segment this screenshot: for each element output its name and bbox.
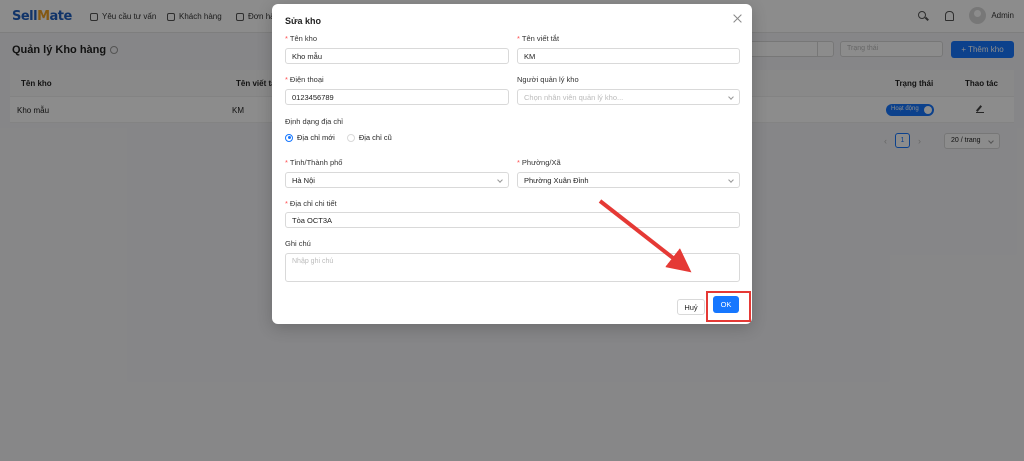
ward-select[interactable]: Phường Xuân Đỉnh — [517, 172, 740, 188]
edit-warehouse-modal: Sửa kho * Tên kho Kho mẫu * Tên viết tắt K… — [272, 4, 752, 324]
address-label: * Địa chỉ chi tiết — [285, 199, 337, 208]
address-format-label: Định dạng địa chỉ — [285, 117, 343, 126]
address-format-radio-group: Địa chỉ mới Địa chỉ cũ — [285, 133, 392, 142]
modal-title: Sửa kho — [285, 16, 322, 26]
name-label: * Tên kho — [285, 34, 318, 43]
ok-button[interactable]: OK — [713, 296, 739, 313]
manager-select[interactable]: Chọn nhân viên quản lý kho... — [517, 89, 740, 105]
radio-new-address[interactable]: Địa chỉ mới — [285, 133, 335, 142]
phone-input[interactable]: 0123456789 — [285, 89, 509, 105]
radio-unchecked-icon — [346, 133, 355, 142]
chevron-down-icon — [728, 177, 734, 183]
chevron-down-icon — [728, 94, 734, 100]
cancel-button[interactable]: Huỷ — [677, 299, 705, 315]
ward-label: * Phường/Xã — [517, 158, 561, 167]
province-select[interactable]: Hà Nội — [285, 172, 509, 188]
short-name-input[interactable]: KM — [517, 48, 740, 64]
chevron-down-icon — [497, 177, 503, 183]
close-icon[interactable] — [733, 14, 742, 23]
address-detail-input[interactable]: Tòa OCT3A — [285, 212, 740, 228]
phone-label: * Điện thoại — [285, 75, 324, 84]
warehouse-name-input[interactable]: Kho mẫu — [285, 48, 509, 64]
manager-label: Người quản lý kho — [517, 75, 579, 84]
radio-old-address[interactable]: Địa chỉ cũ — [346, 133, 392, 142]
short-name-label: * Tên viết tắt — [517, 34, 560, 43]
province-label: * Tỉnh/Thành phố — [285, 158, 343, 167]
note-textarea[interactable]: Nhập ghi chú — [285, 253, 740, 282]
radio-checked-icon — [285, 133, 293, 142]
note-label: Ghi chú — [285, 239, 311, 248]
